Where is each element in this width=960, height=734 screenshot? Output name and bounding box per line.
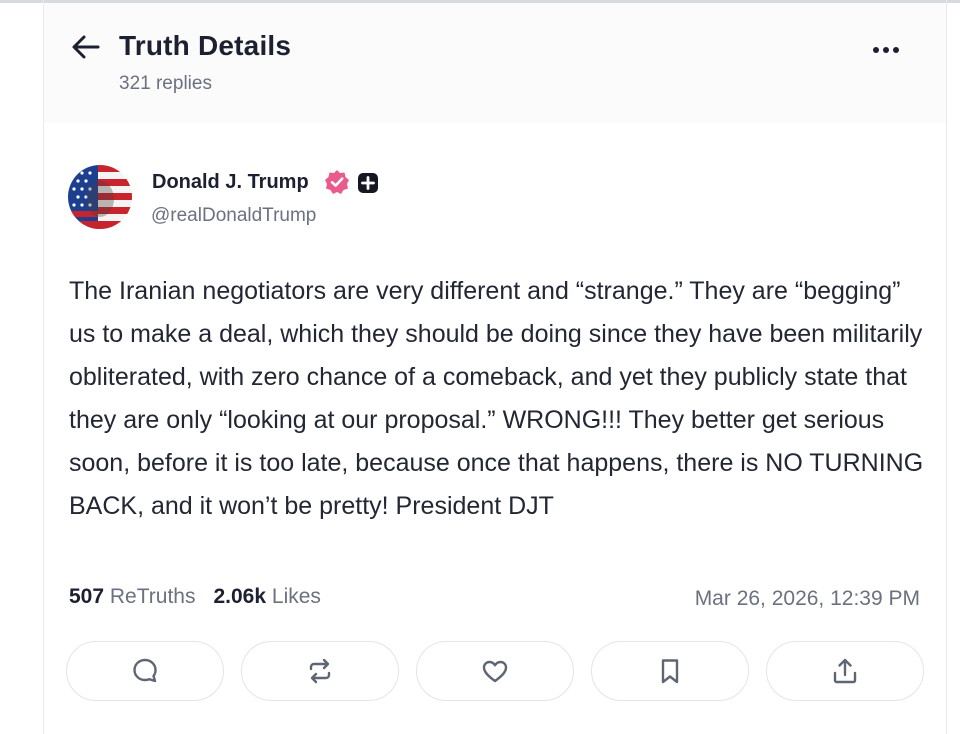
reply-button[interactable] bbox=[66, 641, 224, 701]
likes-label: Likes bbox=[271, 585, 321, 608]
retruth-button[interactable] bbox=[241, 641, 399, 701]
engagement-stats: 507 ReTruths 2.06k Likes bbox=[69, 585, 321, 609]
share-button[interactable] bbox=[766, 641, 924, 701]
post-action-bar bbox=[66, 641, 926, 703]
retruths-count: 507 bbox=[69, 585, 105, 608]
bookmark-button[interactable] bbox=[591, 641, 749, 701]
retruths-stat[interactable]: 507 ReTruths bbox=[69, 585, 195, 608]
bookmark-icon bbox=[661, 659, 679, 684]
post-body: The Iranian negotiators are very differe… bbox=[69, 277, 924, 520]
column-border-right bbox=[946, 0, 947, 734]
page-header bbox=[44, 3, 946, 123]
likes-stat[interactable]: 2.06k Likes bbox=[213, 585, 320, 608]
likes-count: 2.06k bbox=[213, 585, 267, 608]
back-button[interactable] bbox=[70, 32, 102, 62]
like-icon bbox=[482, 660, 508, 683]
avatar[interactable] bbox=[68, 165, 132, 229]
retruths-label: ReTruths bbox=[109, 585, 196, 608]
share-icon bbox=[833, 658, 857, 684]
more-options-button[interactable] bbox=[866, 36, 906, 64]
author-name[interactable]: Donald J. Trump bbox=[152, 171, 309, 194]
page-title: Truth Details bbox=[119, 30, 292, 61]
retruth-icon bbox=[309, 658, 331, 684]
verified-badge-icon bbox=[324, 169, 350, 195]
more-horizontal-icon bbox=[873, 47, 899, 53]
plus-badge-icon bbox=[357, 172, 379, 194]
author-handle[interactable]: @realDonaldTrump bbox=[151, 205, 316, 227]
arrow-left-icon bbox=[72, 35, 100, 59]
like-button[interactable] bbox=[416, 641, 574, 701]
avatar-image bbox=[68, 165, 132, 229]
reply-icon bbox=[133, 658, 157, 683]
reply-count: 321 replies bbox=[119, 73, 212, 94]
post-timestamp: Mar 26, 2026, 12:39 PM bbox=[694, 587, 920, 610]
